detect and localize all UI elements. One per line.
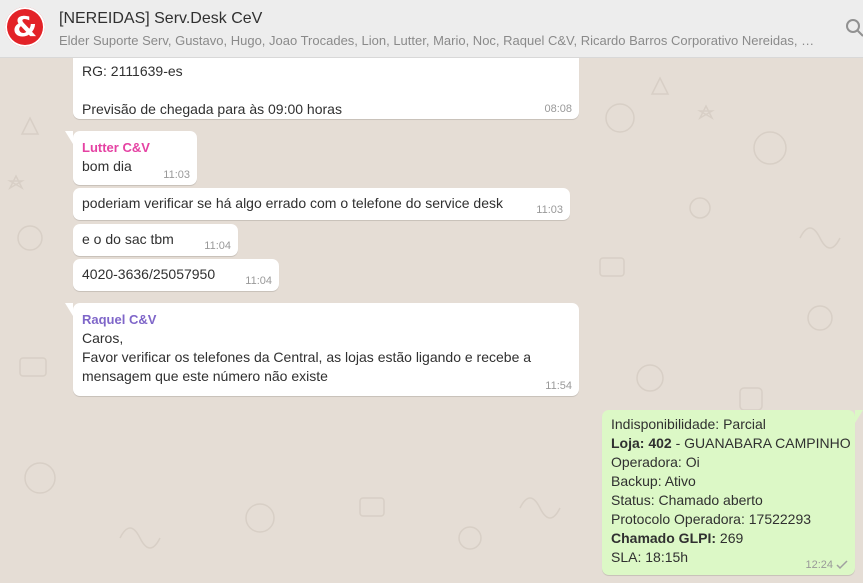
message-bubble-outgoing[interactable]: Indisponibilidade: Parcial Loja: 402 - G…	[602, 410, 863, 575]
message-bubble[interactable]: RG: 2111639-es Previsão de chegada para …	[73, 58, 579, 119]
message-bubble[interactable]: Raquel C&V Caros, Favor verificar os tel…	[65, 303, 579, 396]
message-list[interactable]: RG: 2111639-es Previsão de chegada para …	[0, 58, 863, 583]
message-text: Operadora: Oi	[611, 454, 700, 470]
chat-header: & [NEREIDAS] Serv.Desk CeV Elder Suporte…	[0, 0, 863, 58]
message-time: 12:24	[805, 559, 833, 571]
message-text: Protocolo Operadora: 17522293	[611, 511, 812, 527]
message-text: Previsão de chegada para às 09:00 horas	[82, 101, 342, 117]
message-time: 11:03	[536, 204, 563, 216]
message-text: - GUANABARA CAMPINHO	[671, 435, 851, 451]
message-text: RG: 2111639-es	[82, 63, 183, 79]
group-avatar[interactable]: &	[5, 7, 45, 47]
delivered-check-icon	[836, 560, 848, 570]
message-text: Status: Chamado aberto	[611, 492, 763, 508]
message-bubble[interactable]: Lutter C&V bom dia 11:03	[65, 131, 197, 185]
message-bubble[interactable]: 4020-3636/25057950 11:04	[73, 259, 279, 291]
message-time: 11:04	[245, 275, 272, 287]
bold-label: Loja: 402	[611, 435, 672, 451]
bold-label: Chamado GLPI:	[611, 530, 717, 546]
message-time: 11:03	[163, 169, 190, 181]
message-text: Loja: 402 - GUANABARA CAMPINHO	[611, 434, 851, 453]
message-time: 11:04	[204, 240, 231, 252]
participants-list: Elder Suporte Serv, Gustavo, Hugo, Joao …	[59, 33, 819, 48]
message-text: Favor verificar os telefones da Central,…	[82, 349, 532, 365]
message-bubble[interactable]: poderiam verificar se há algo errado com…	[73, 188, 570, 220]
search-icon[interactable]	[845, 18, 863, 38]
message-time: 08:08	[544, 103, 572, 115]
message-text: Caros,	[82, 330, 124, 346]
sender-name[interactable]: Raquel C&V	[82, 310, 570, 329]
message-text: Chamado GLPI: 269	[611, 529, 846, 548]
message-text: Indisponibilidade: Parcial	[611, 416, 766, 432]
message-text: Backup: Ativo	[611, 473, 696, 489]
sender-name[interactable]: Lutter C&V	[82, 138, 188, 157]
chat-title[interactable]: [NEREIDAS] Serv.Desk CeV	[59, 10, 262, 28]
message-text: poderiam verificar se há algo errado com…	[82, 195, 503, 211]
message-time: 11:54	[545, 380, 572, 392]
message-text: mensagem que este número não existe	[82, 368, 328, 384]
message-text: 4020-3636/25057950	[82, 266, 216, 282]
message-bubble[interactable]: e o do sac tbm 11:04	[73, 224, 238, 256]
message-text: 269	[716, 530, 744, 546]
